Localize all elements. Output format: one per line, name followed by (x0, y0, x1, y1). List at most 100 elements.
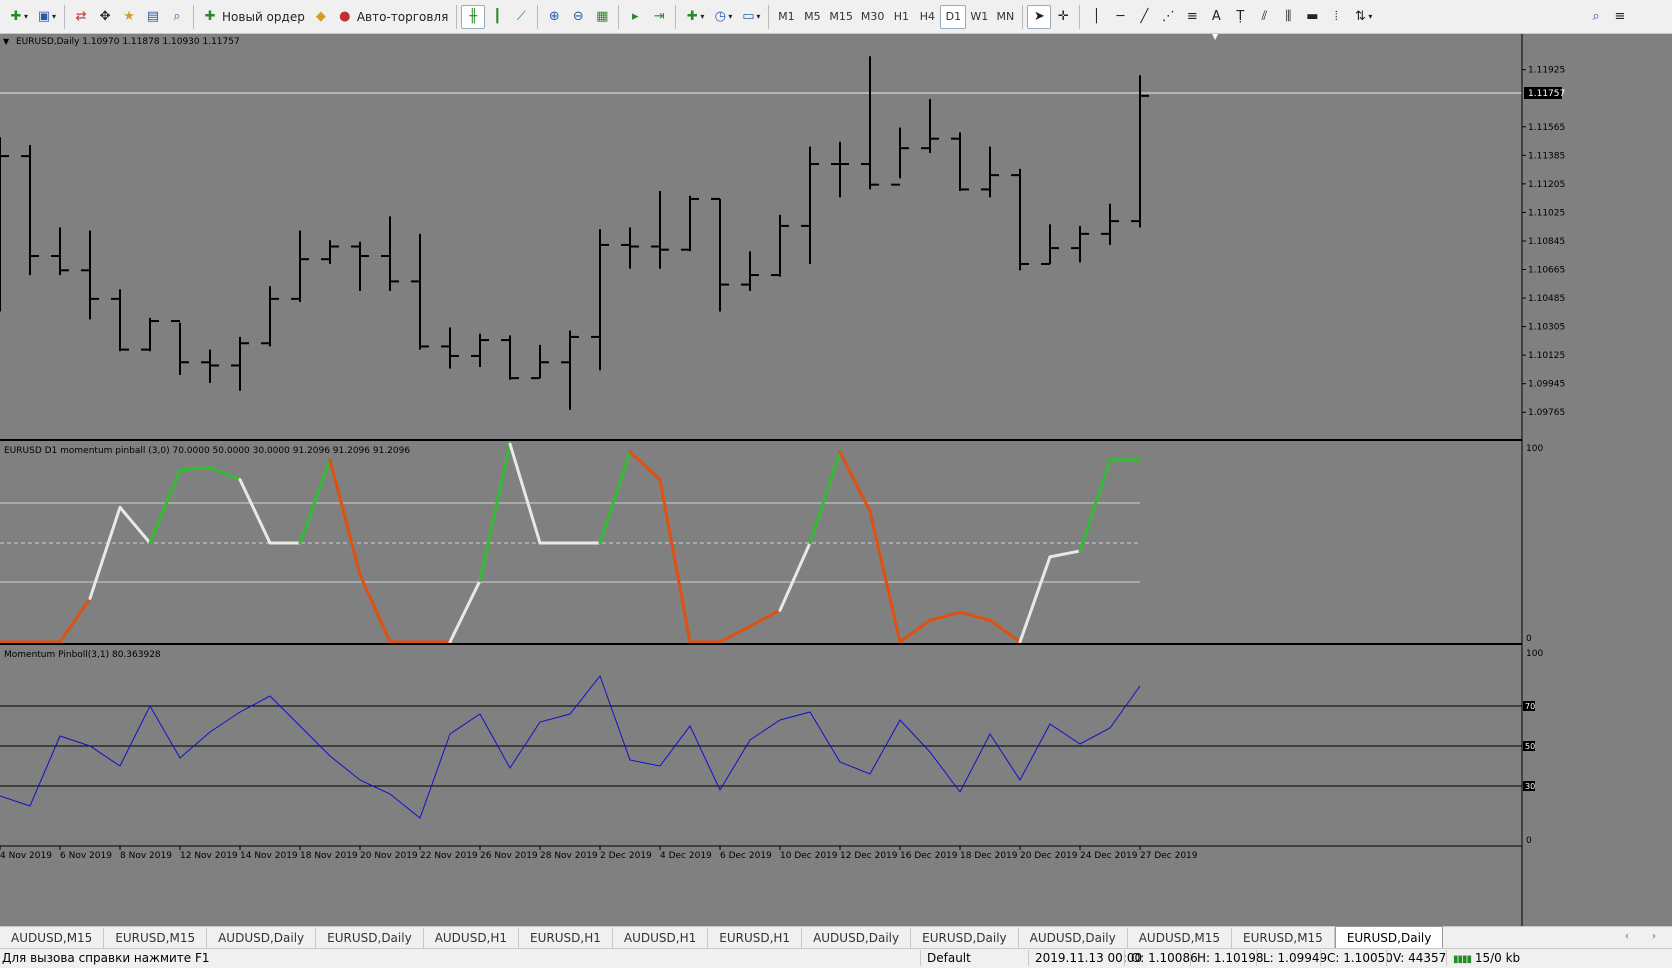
data-window-button[interactable]: ✥ (93, 5, 117, 29)
tile-windows-button[interactable]: ▦ (590, 5, 614, 29)
ohlc-bar (291, 230, 309, 303)
vertical-line-button[interactable]: │ (1084, 5, 1108, 29)
rectangle-button[interactable]: ▬ (1300, 5, 1324, 29)
timeframe-d1[interactable]: D1 (940, 4, 967, 29)
price-panel[interactable]: EURUSD,Daily 1.10970 1.11878 1.10930 1.1… (0, 34, 1565, 418)
timeframe-m5[interactable]: M5 (799, 5, 825, 29)
tab-scroll-arrows-icon[interactable]: ‹ › (1625, 931, 1666, 942)
market-watch-button[interactable]: ⇄ (69, 5, 93, 29)
line-chart-button[interactable]: ⟋ (509, 5, 533, 29)
pinball-scale-top: 100 (1526, 444, 1543, 454)
arrows-icon: ⇅ (1354, 8, 1366, 24)
indicators-button[interactable]: ✚ ▾ (680, 5, 708, 29)
date-tick-label: 26 Nov 2019 (480, 851, 538, 861)
ohlc-bar (411, 233, 429, 350)
arrows-button[interactable]: ⇅ ▾ (1348, 5, 1376, 29)
menu-button[interactable]: ≡ (1608, 5, 1632, 29)
chart-window[interactable]: EURUSD,Daily 1.10970 1.11878 1.10930 1.1… (0, 34, 1672, 926)
chart-tab[interactable]: AUDUSD,Daily (207, 928, 317, 948)
chart-tab[interactable]: AUDUSD,H1 (613, 928, 709, 948)
timeframe-h1[interactable]: H1 (888, 5, 914, 29)
pinball-segment (1078, 458, 1112, 553)
trendline-button[interactable]: ╱ (1132, 5, 1156, 29)
chart-shift-button[interactable]: ⇥ (647, 5, 671, 29)
pinball-scale-bottom: 0 (1526, 634, 1532, 644)
new-order-button[interactable]: ✚ Новый ордер (198, 5, 309, 29)
chart-tab[interactable]: EURUSD,H1 (708, 928, 803, 948)
text-label-button[interactable]: Ṭ (1228, 5, 1252, 29)
timeframe-m15[interactable]: M15 (825, 5, 857, 29)
candlestick-button[interactable]: ┃ (485, 5, 509, 29)
cycle-lines-button[interactable]: ⦙ (1324, 5, 1348, 29)
chart-tab[interactable]: AUDUSD,Daily (1019, 928, 1128, 948)
chart-tab[interactable]: EURUSD,M15 (104, 928, 208, 948)
templates-icon: ▭ (742, 8, 755, 24)
ohlc-bars-group (0, 56, 1149, 410)
toolbar-separator (537, 4, 539, 29)
timeframe-m1[interactable]: M1 (773, 5, 799, 29)
momentum-panel-header: Momentum Pinboll(3,1) 80.363928 (4, 650, 161, 660)
timeframe-w1[interactable]: W1 (966, 5, 992, 29)
strategy-tester-button[interactable]: ⌕ (165, 5, 189, 29)
chart-tab[interactable]: EURUSD,H1 (519, 928, 613, 948)
ohlc-bar (1131, 75, 1149, 228)
chart-tabs: AUDUSD,M15 EURUSD,M15 AUDUSD,Daily EURUSD,D… (0, 926, 1672, 948)
pinball-segment (148, 468, 182, 545)
pinball-segment (508, 442, 542, 545)
cursor-button[interactable]: ➤ (1027, 4, 1052, 29)
zoom-out-button[interactable]: ⊖ (566, 5, 590, 29)
auto-scroll-button[interactable]: ▸ (623, 5, 647, 29)
zoom-in-button[interactable]: ⊕ (542, 5, 566, 29)
fibonacci-fan-button[interactable]: ⋰ (1156, 5, 1180, 29)
pinball-panel[interactable]: EURUSD D1 momentum pinball (3,0) 70.0000… (0, 442, 1543, 644)
pinball-segment (1048, 549, 1082, 559)
timeframe-h4[interactable]: H4 (914, 5, 940, 29)
horizontal-line-button[interactable]: ─ (1108, 5, 1132, 29)
periods-button[interactable]: ◷ ▾ (708, 5, 736, 29)
pinball-segment (208, 466, 242, 482)
pinball-segment (748, 608, 782, 628)
templates-button[interactable]: ▭ ▾ (736, 5, 764, 29)
chart-tab[interactable]: EURUSD,Daily (316, 928, 424, 948)
chart-tab[interactable]: AUDUSD,H1 (424, 928, 520, 948)
crosshair-button[interactable]: ✛ (1051, 5, 1075, 29)
current-price-label: 1.11757 (1528, 89, 1565, 99)
profiles-icon: ▣ (37, 8, 51, 24)
timeframe-mn[interactable]: MN (992, 5, 1018, 29)
channel-button[interactable]: ≡ (1180, 5, 1204, 29)
profiles-button[interactable]: ▣ ▾ (32, 5, 60, 29)
fibonacci-button[interactable]: ⫼ (1276, 5, 1300, 29)
pinball-segment (928, 610, 962, 622)
chart-tab[interactable]: AUDUSD,M15 (0, 928, 105, 948)
chart-tab[interactable]: EURUSD,Daily (1334, 926, 1444, 948)
chart-canvas[interactable]: EURUSD,Daily 1.10970 1.11878 1.10930 1.1… (0, 34, 1672, 926)
chart-tab[interactable]: EURUSD,M15 (1232, 928, 1335, 948)
vertical-line-icon: │ (1092, 8, 1101, 24)
meta-editor-button[interactable]: ◆ (309, 5, 333, 29)
pinball-segment (448, 579, 482, 644)
chart-tab[interactable]: EURUSD,Daily (911, 928, 1019, 948)
bar-chart-button[interactable]: ╫ (461, 4, 486, 29)
chart-shift-marker-icon[interactable]: ▼ (1212, 34, 1219, 41)
timeframe-m30[interactable]: M30 (857, 5, 889, 29)
navigator-button[interactable]: ★ (117, 5, 141, 29)
ohlc-bar (201, 349, 219, 383)
gann-button[interactable]: ⫽ (1252, 5, 1276, 29)
chart-tab[interactable]: AUDUSD,Daily (802, 928, 912, 948)
text-button[interactable]: A (1204, 5, 1228, 29)
price-tick-label: 1.11205 (1528, 180, 1565, 190)
terminal-button[interactable]: ▤ (141, 5, 165, 29)
new-chart-button[interactable]: ✚ ▾ (4, 5, 32, 29)
search-button[interactable]: ⌕ (1584, 5, 1608, 29)
toolbar-separator (618, 4, 620, 29)
collapse-triangle-icon[interactable]: ▼ (3, 37, 10, 46)
indicators-icon: ✚ (686, 8, 698, 24)
price-tick-label: 1.11565 (1528, 123, 1565, 133)
pinball-segment (898, 618, 932, 644)
momentum-panel[interactable]: Momentum Pinboll(3,1) 80.363928 100 70 5… (0, 649, 1543, 846)
chart-tab[interactable]: AUDUSD,M15 (1128, 928, 1233, 948)
auto-trading-button[interactable]: ● Авто-торговля (333, 5, 453, 29)
date-tick-label: 18 Dec 2019 (960, 851, 1018, 861)
date-tick-label: 20 Dec 2019 (1020, 851, 1078, 861)
editor-icon: ◆ (315, 8, 326, 24)
